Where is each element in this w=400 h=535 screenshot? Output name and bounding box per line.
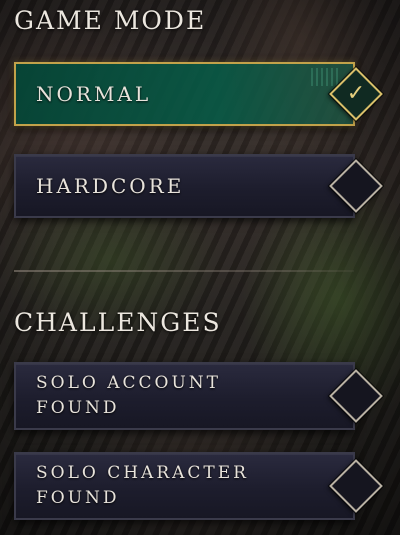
solo-character-label-line1: SOLO CHARACTER (36, 463, 249, 483)
empty-diamond-icon (329, 159, 383, 213)
section-divider (14, 270, 354, 272)
solo-account-label-line2: FOUND (36, 398, 120, 418)
solo-character-found-option[interactable]: SOLO CHARACTER FOUND (14, 452, 383, 520)
solo-account-label-line1: SOLO ACCOUNT (36, 373, 221, 393)
hardcore-mode-label: HARDCORE (36, 174, 185, 198)
empty-diamond-icon (329, 369, 383, 423)
selected-diamond-icon: ✓ (329, 67, 383, 121)
solo-character-label-line2: FOUND (36, 488, 120, 508)
challenges-title: CHALLENGES (14, 308, 222, 337)
hardcore-mode-option[interactable]: HARDCORE (14, 154, 383, 218)
normal-mode-option[interactable]: NORMAL ✓ (14, 62, 383, 126)
game-mode-title: GAME MODE (14, 6, 207, 35)
checkmark-icon: ✓ (346, 81, 366, 106)
solo-account-found-label: SOLO ACCOUNT FOUND (36, 371, 221, 421)
empty-diamond-icon (329, 459, 383, 513)
solo-character-found-label: SOLO CHARACTER FOUND (36, 461, 249, 511)
normal-mode-label: NORMAL (36, 82, 152, 106)
solo-account-found-option[interactable]: SOLO ACCOUNT FOUND (14, 362, 383, 430)
